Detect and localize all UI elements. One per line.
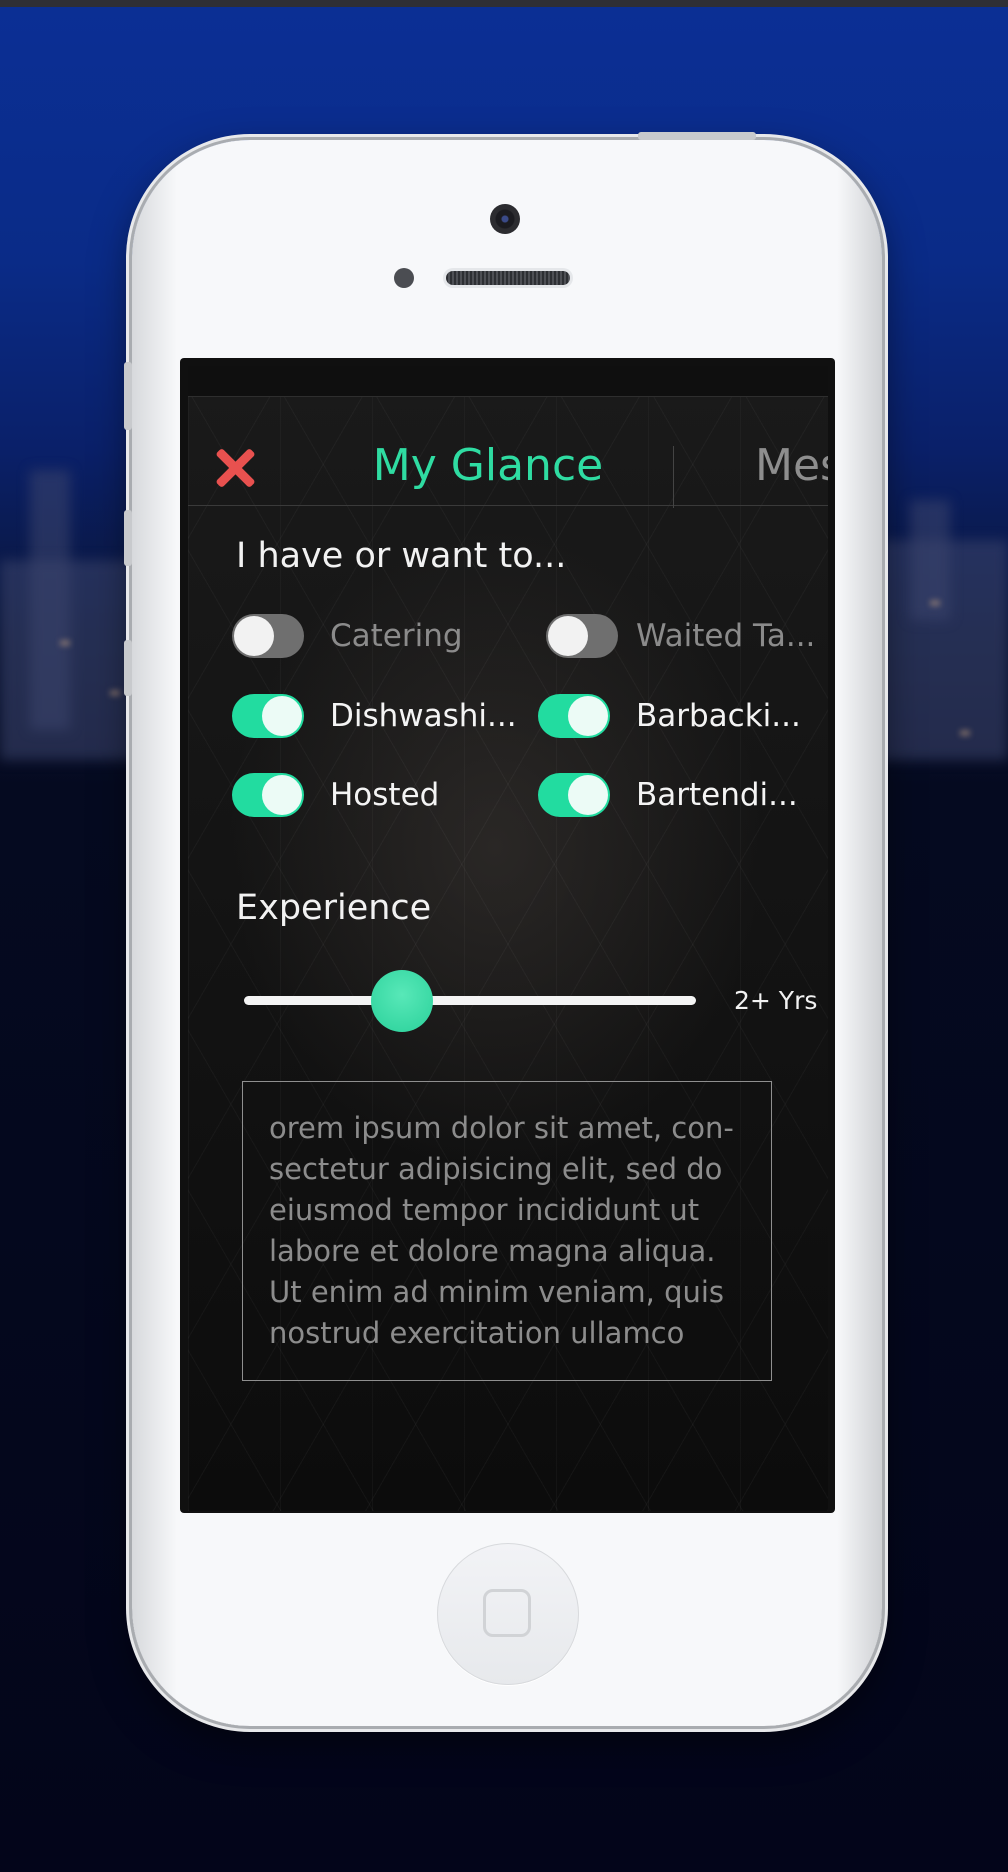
hosted-toggle[interactable] <box>232 773 304 817</box>
home-button[interactable] <box>437 1543 579 1685</box>
power-button <box>638 132 756 140</box>
close-icon[interactable] <box>214 447 256 489</box>
app-view: My Glance Mes I have or want to... Cater… <box>188 366 828 1511</box>
waited-tables-toggle[interactable] <box>546 614 618 658</box>
tab-messages[interactable]: Mes <box>755 437 828 495</box>
volume-down-button <box>124 640 132 696</box>
nav-bar: My Glance Mes <box>188 397 828 508</box>
mute-switch <box>124 362 132 430</box>
bartending-label: Bartendi... <box>636 777 798 813</box>
bio-textarea[interactable]: orem ipsum dolor sit amet, con- sectetur… <box>242 1081 772 1381</box>
top-bar <box>0 0 1008 7</box>
services-heading: I have or want to... <box>236 536 567 576</box>
dishwashing-label: Dishwashi... <box>330 698 517 734</box>
front-camera <box>490 204 520 234</box>
catering-label: Catering <box>330 618 463 654</box>
dishwashing-toggle[interactable] <box>232 694 304 738</box>
nav-divider <box>673 446 674 508</box>
hosted-label: Hosted <box>330 777 440 813</box>
experience-slider-thumb[interactable] <box>371 970 433 1032</box>
barbacking-label: Barbacki... <box>636 698 801 734</box>
proximity-sensor <box>394 268 414 288</box>
bartending-toggle[interactable] <box>538 773 610 817</box>
experience-heading: Experience <box>236 888 432 928</box>
status-bar <box>188 366 828 397</box>
catering-toggle[interactable] <box>232 614 304 658</box>
experience-value: 2+ Yrs <box>734 986 818 1015</box>
home-square-icon <box>483 1589 531 1637</box>
barbacking-toggle[interactable] <box>538 694 610 738</box>
waited-tables-label: Waited Ta... <box>636 618 816 654</box>
experience-slider-track[interactable] <box>244 996 696 1005</box>
earpiece-speaker <box>446 271 570 285</box>
volume-up-button <box>124 510 132 566</box>
phone-screen: My Glance Mes I have or want to... Cater… <box>180 358 835 1513</box>
tab-my-glance[interactable]: My Glance <box>368 437 608 495</box>
